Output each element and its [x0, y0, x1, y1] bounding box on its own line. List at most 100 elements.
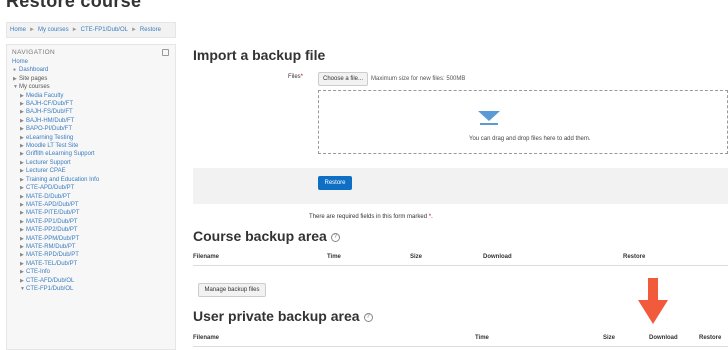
nav-course-item[interactable]: ▶ Griffith eLearning Support [7, 150, 175, 158]
breadcrumb-separator: ► [71, 27, 78, 33]
required-marker: * [300, 74, 304, 80]
nav-course-label: MATE-PPM/Dub/PT [26, 235, 80, 242]
breadcrumb: Home ► My courses ► CTE-FP1/Dub/OL ► Res… [6, 22, 176, 38]
nav-course-item[interactable]: ▶ CTE-AFD/Dub/OL [7, 277, 175, 285]
nav-course-item[interactable]: ▼CTE-FP1/Dub/OL [7, 285, 175, 293]
restore-button[interactable]: Restore [318, 176, 352, 190]
nav-course-item[interactable]: ▶ MATE-TEL/Dub/PT [7, 260, 175, 268]
nav-course-item[interactable]: ▶ MATE-PP1/Dub/PT [7, 218, 175, 226]
breadcrumb-restore[interactable]: Restore [140, 27, 161, 33]
nav-home[interactable]: Home [7, 58, 175, 66]
nav-course-label: BAJH-CF/Dub/FT [26, 101, 74, 108]
nav-course-item[interactable]: ▶ BAJH-CF/Dub/FT [7, 100, 175, 108]
import-heading: Import a backup file [193, 47, 326, 63]
breadcrumb-home[interactable]: Home [10, 27, 26, 33]
nav-course-label: MATE-PP2/Dub/PT [26, 227, 78, 234]
breadcrumb-separator: ► [29, 27, 35, 33]
nav-course-label: MATE-RM/Dub/PT [26, 243, 76, 250]
user-backup-heading-text: User private backup area [193, 308, 360, 324]
column-download: Download [649, 335, 678, 341]
nav-course-item[interactable]: ▶ MATE-APD/Dub/PT [7, 201, 175, 209]
column-filename: Filename [193, 254, 220, 260]
user-backup-heading: User private backup area? [193, 308, 373, 324]
file-drop-zone[interactable]: You can drag and drop files here to add … [318, 90, 728, 154]
manage-backup-files-button[interactable]: Manage backup files [198, 283, 266, 297]
dock-block-icon[interactable] [162, 49, 169, 56]
nav-course-item[interactable]: ▶ Lecturer Support [7, 159, 175, 167]
files-label: Files* [288, 74, 303, 80]
main-content: Import a backup file Files* Choose a fil… [193, 0, 728, 350]
required-fields-note: There are required fields in this form m… [309, 214, 433, 220]
nav-course-item[interactable]: ▶ Training and Education Info [7, 176, 175, 184]
nav-dashboard-label: Dashboard [19, 67, 49, 74]
nav-course-label: MATE-APD/Dub/PT [26, 201, 79, 208]
nav-course-item[interactable]: ▶ BAPO-PI/Dub/FT [7, 125, 175, 133]
navigation-title: NAVIGATION [12, 49, 56, 56]
nav-course-label: MATE-D/Dub/PT [26, 193, 71, 200]
nav-course-item[interactable]: ▶ MATE-RPD/Dub/PT [7, 251, 175, 259]
drop-zone-text: You can drag and drop files here to add … [469, 136, 591, 142]
nav-course-label: BAJH-FS/Dub/FT [26, 109, 73, 116]
nav-course-label: MATE-TEL/Dub/PT [26, 260, 78, 267]
user-backup-table-header: Filename Time Size Download Restore [193, 333, 728, 347]
nav-course-label: CTE-AFD/Dub/OL [26, 277, 75, 284]
nav-my-courses[interactable]: ▼My courses [7, 83, 175, 91]
nav-course-item[interactable]: ▶ BAJH-HM/Dub/FT [7, 117, 175, 125]
column-restore: Restore [623, 254, 646, 260]
nav-course-item[interactable]: ▶ Moodle LT Test Site [7, 142, 175, 150]
nav-site-pages-label: Site pages [19, 75, 48, 82]
breadcrumb-course[interactable]: CTE-FP1/Dub/OL [81, 27, 128, 33]
nav-course-item[interactable]: ▶ MATE-D/Dub/PT [7, 193, 175, 201]
download-arrow-icon [478, 111, 500, 125]
nav-course-item[interactable]: ▶ MATE-RM/Dub/PT [7, 243, 175, 251]
nav-course-item[interactable]: ▶ MATE-PITE/Dub/PT [7, 209, 175, 217]
required-note-text: There are required fields in this form m… [309, 214, 428, 220]
column-filename: Filename [193, 335, 220, 341]
nav-course-item[interactable]: ▶ MATE-PPM/Dub/PT [7, 235, 175, 243]
nav-course-item[interactable]: ▶ Media Faculty [7, 92, 175, 100]
files-label-text: Files [288, 74, 301, 80]
help-icon[interactable]: ? [330, 232, 340, 242]
nav-my-courses-label: My courses [19, 84, 50, 91]
column-size: Size [603, 335, 616, 341]
course-list: ▶ Media Faculty ▶ BAJH-CF/Dub/FT ▶ BAJH-FS/Du… [7, 92, 175, 294]
nav-course-item[interactable]: ▶ MATE-PP2/Dub/PT [7, 226, 175, 234]
nav-course-label: Media Faculty [26, 92, 64, 99]
nav-course-label: Training and Education Info [26, 176, 100, 183]
annotation-arrow-icon [638, 278, 668, 324]
breadcrumb-separator: ► [130, 27, 137, 33]
nav-course-label: MATE-PITE/Dub/PT [26, 210, 80, 217]
nav-course-label: BAPO-PI/Dub/FT [26, 126, 73, 133]
nav-course-item[interactable]: ▶ eLearning Testing [7, 134, 175, 142]
nav-course-label: Griffith eLearning Support [26, 151, 95, 158]
breadcrumb-my-courses[interactable]: My courses [38, 27, 69, 33]
nav-course-item[interactable]: ▶ CTE-Info [7, 268, 175, 276]
form-footer [193, 168, 728, 204]
navigation-tree: Home ● Dashboard ▶ Site pages ▼My courses [7, 58, 175, 92]
max-size-text: Maximum size for new files: 500MB [371, 76, 466, 82]
nav-site-pages[interactable]: ▶ Site pages [7, 75, 175, 83]
nav-course-label: BAJH-HM/Dub/FT [26, 117, 75, 124]
column-download: Download [483, 254, 512, 260]
nav-course-label: CTE-APD/Dub/PT [26, 185, 75, 192]
column-size: Size [410, 254, 423, 260]
column-time: Time [475, 335, 489, 341]
course-backup-table-header: Filename Time Size Download Restore [193, 252, 728, 266]
nav-course-label: eLearning Testing [26, 134, 74, 141]
nav-course-item[interactable]: ▶ CTE-APD/Dub/PT [7, 184, 175, 192]
nav-dashboard[interactable]: ● Dashboard [7, 66, 175, 74]
nav-course-label: Moodle LT Test Site [26, 143, 79, 150]
navigation-block: NAVIGATION Home ● Dashboard ▶ Site pages ▼… [6, 44, 176, 350]
nav-course-item[interactable]: ▶ BAJH-FS/Dub/FT [7, 108, 175, 116]
help-icon[interactable]: ? [363, 312, 373, 322]
nav-course-label: MATE-RPD/Dub/PT [26, 252, 79, 259]
nav-course-item[interactable]: ▶ Lecturer CPAE [7, 167, 175, 175]
nav-course-label: Lecturer CPAE [26, 168, 66, 175]
choose-file-button[interactable]: Choose a file... [318, 72, 368, 86]
course-backup-heading: Course backup area? [193, 228, 340, 244]
required-note-period: . [431, 214, 433, 220]
column-restore: Restore [699, 335, 722, 341]
nav-course-label: CTE-FP1/Dub/OL [26, 285, 74, 292]
nav-course-label: CTE-Info [26, 269, 51, 276]
navigation-header: NAVIGATION [7, 45, 175, 58]
